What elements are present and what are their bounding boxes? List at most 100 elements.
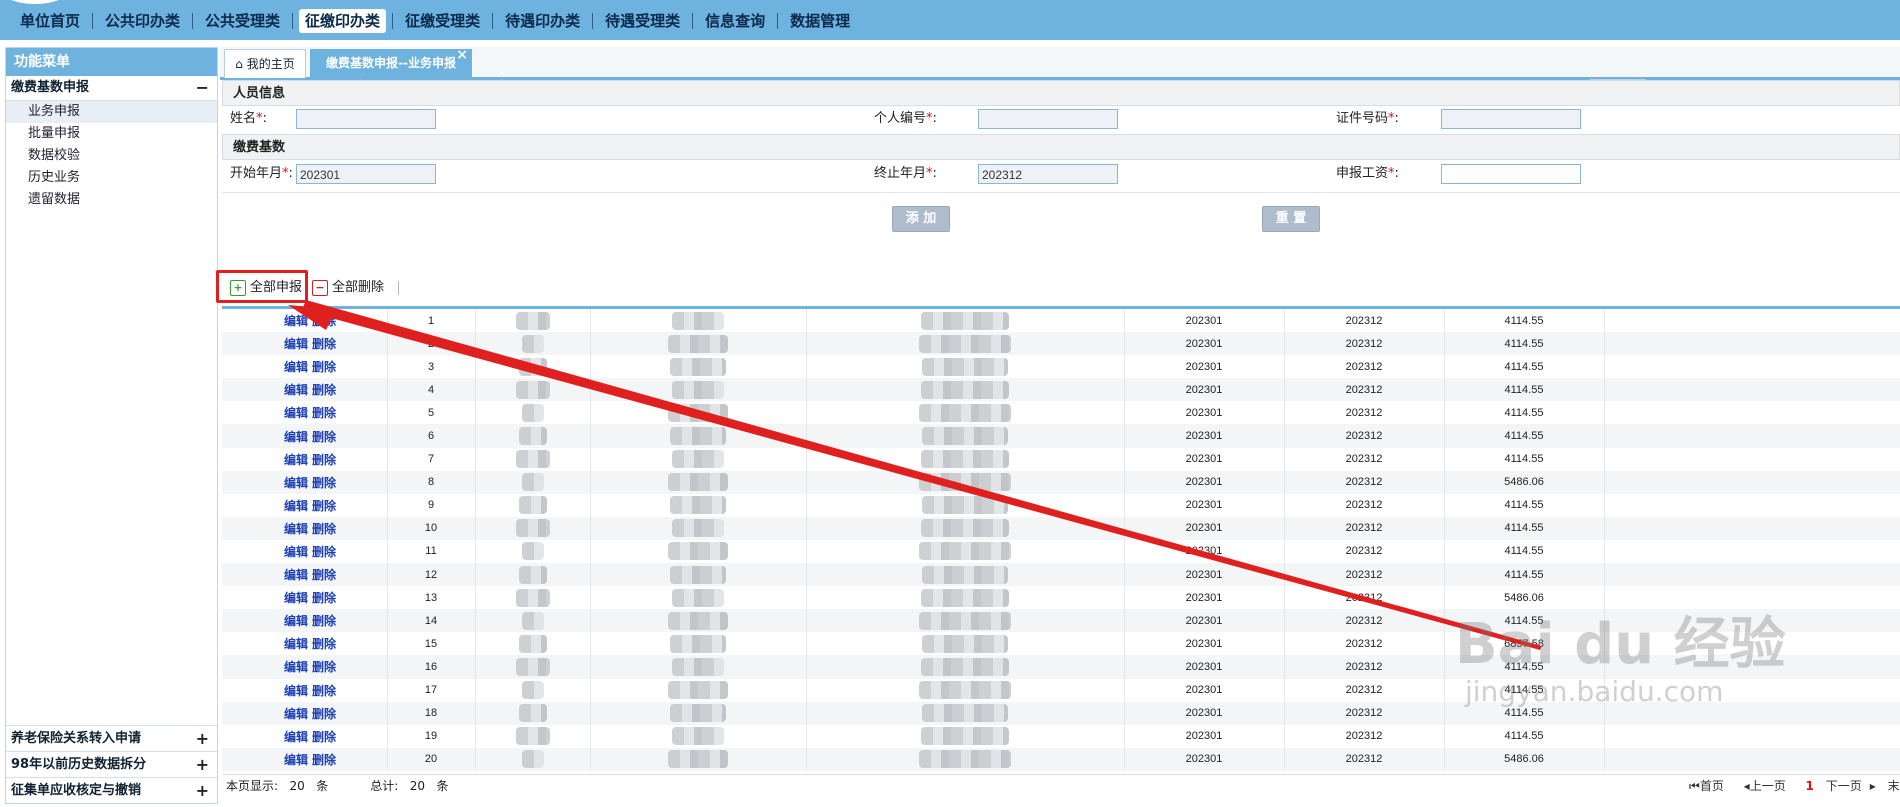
close-tab-icon[interactable]: ×: [456, 41, 468, 69]
delete-link[interactable]: 删除: [312, 684, 336, 698]
toolbar-divider: [398, 281, 399, 295]
delete-link[interactable]: 删除: [312, 522, 336, 536]
delete-link[interactable]: 删除: [312, 406, 336, 420]
expand-icon[interactable]: +: [196, 726, 209, 751]
salary-input[interactable]: [1441, 164, 1581, 184]
delete-link[interactable]: 删除: [312, 614, 336, 628]
sidebar-item-0[interactable]: 业务申报: [6, 101, 217, 123]
first-page-link[interactable]: ⏮首页: [1689, 779, 1732, 793]
redacted-cell: [806, 332, 1125, 356]
edit-link[interactable]: 编辑: [284, 637, 308, 651]
nav-item-3[interactable]: 征缴印办类: [299, 9, 387, 33]
add-button[interactable]: 添 加: [892, 206, 950, 232]
edit-link[interactable]: 编辑: [284, 707, 308, 721]
edit-link[interactable]: 编辑: [284, 337, 308, 351]
nav-item-5[interactable]: 待遇印办类: [499, 9, 586, 33]
row-number: 20: [387, 747, 476, 771]
row-actions: 编辑 删除: [222, 309, 388, 333]
delete-link[interactable]: 删除: [312, 660, 336, 674]
delete-link[interactable]: 删除: [312, 545, 336, 559]
redacted-cell: [475, 493, 591, 517]
sidebar-group-label: 98年以前历史数据拆分: [11, 757, 147, 772]
delete-link[interactable]: 删除: [312, 430, 336, 444]
sidebar-group-2[interactable]: 征集单应收核定与撤销 +: [6, 777, 217, 803]
edit-link[interactable]: 编辑: [284, 453, 308, 467]
delete-link[interactable]: 删除: [312, 360, 336, 374]
redacted-cell: [475, 539, 591, 564]
next-page-link[interactable]: 下一页 ▸: [1826, 779, 1876, 793]
delete-link[interactable]: 删除: [312, 753, 336, 767]
reset-button[interactable]: 重 置: [1262, 206, 1320, 232]
delete-link[interactable]: 删除: [312, 314, 336, 328]
nav-item-2[interactable]: 公共受理类: [199, 9, 286, 33]
edit-link[interactable]: 编辑: [284, 430, 308, 444]
sidebar-item-3[interactable]: 历史业务: [6, 167, 217, 189]
last-page-link[interactable]: 末页⏭: [1888, 779, 1900, 793]
row-salary: 4114.55: [1444, 401, 1605, 425]
sidebar-group-1[interactable]: 98年以前历史数据拆分 +: [6, 751, 217, 777]
edit-link[interactable]: 编辑: [284, 360, 308, 374]
edit-link[interactable]: 编辑: [284, 314, 308, 328]
nav-item-8[interactable]: 数据管理: [784, 9, 856, 33]
sidebar-item-1[interactable]: 批量申报: [6, 123, 217, 145]
edit-link[interactable]: 编辑: [284, 476, 308, 490]
edit-link[interactable]: 编辑: [284, 383, 308, 397]
edit-link[interactable]: 编辑: [284, 730, 308, 744]
nav-item-6[interactable]: 待遇受理类: [599, 9, 686, 33]
delete-link[interactable]: 删除: [312, 707, 336, 721]
delete-link[interactable]: 删除: [312, 568, 336, 582]
nav-item-1[interactable]: 公共印办类: [99, 9, 186, 33]
edit-link[interactable]: 编辑: [284, 753, 308, 767]
tab-home[interactable]: ⌂ 我的主页: [224, 49, 306, 78]
name-input[interactable]: [296, 109, 436, 129]
redacted-cell: [475, 401, 591, 425]
row-end-month: 202312: [1284, 332, 1445, 356]
tab-business-declaration[interactable]: 缴费基数申报--业务申报 ×: [310, 47, 472, 77]
table-row: 编辑 删除 17 202301 202312 4114.55: [222, 678, 1900, 702]
nav-item-7[interactable]: 信息查询: [699, 9, 771, 33]
nav-item-4[interactable]: 征缴受理类: [399, 9, 486, 33]
row-end-month: 202312: [1284, 563, 1445, 587]
prev-page-link[interactable]: ◂上一页: [1744, 779, 1794, 793]
row-actions: 编辑 删除: [222, 724, 388, 748]
delete-link[interactable]: 删除: [312, 383, 336, 397]
delete-link[interactable]: 删除: [312, 453, 336, 467]
start-month-input[interactable]: 202301: [296, 164, 436, 184]
edit-link[interactable]: 编辑: [284, 568, 308, 582]
redacted-cell: [590, 309, 807, 333]
expand-icon[interactable]: +: [196, 752, 209, 777]
sidebar-group-0[interactable]: 养老保险关系转入申请 +: [6, 725, 217, 751]
edit-link[interactable]: 编辑: [284, 406, 308, 420]
edit-link[interactable]: 编辑: [284, 545, 308, 559]
edit-link[interactable]: 编辑: [284, 614, 308, 628]
end-month-input[interactable]: 202312: [978, 164, 1118, 184]
table-row: 编辑 删除 11 202301 202312 4114.55: [222, 539, 1900, 564]
person-no-input[interactable]: [978, 109, 1118, 129]
edit-link[interactable]: 编辑: [284, 684, 308, 698]
nav-item-0[interactable]: 单位首页: [14, 9, 86, 33]
sidebar-item-4[interactable]: 遗留数据: [6, 189, 217, 211]
delete-link[interactable]: 删除: [312, 337, 336, 351]
delete-link[interactable]: 删除: [312, 730, 336, 744]
sidebar-group-contribution-base[interactable]: 缴费基数申报 −: [6, 76, 217, 101]
row-actions: 编辑 删除: [222, 678, 388, 702]
sidebar-item-2[interactable]: 数据校验: [6, 145, 217, 167]
edit-link[interactable]: 编辑: [284, 499, 308, 513]
row-end-month: 202312: [1284, 424, 1445, 448]
row-extra: [1604, 470, 1900, 494]
row-extra: [1604, 355, 1900, 379]
expand-icon[interactable]: +: [196, 778, 209, 803]
delete-all-button[interactable]: − 全部删除: [312, 275, 384, 301]
delete-link[interactable]: 删除: [312, 499, 336, 513]
id-no-input[interactable]: [1441, 109, 1581, 129]
current-page: 1: [1805, 779, 1814, 793]
edit-link[interactable]: 编辑: [284, 591, 308, 605]
delete-link[interactable]: 删除: [312, 476, 336, 490]
row-start-month: 202301: [1124, 355, 1285, 379]
delete-link[interactable]: 删除: [312, 591, 336, 605]
edit-link[interactable]: 编辑: [284, 522, 308, 536]
delete-link[interactable]: 删除: [312, 637, 336, 651]
collapse-icon[interactable]: −: [196, 76, 209, 100]
edit-link[interactable]: 编辑: [284, 660, 308, 674]
redacted-cell: [475, 516, 591, 540]
